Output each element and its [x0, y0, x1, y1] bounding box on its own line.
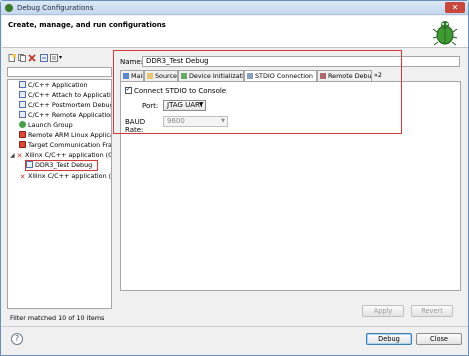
xilinx-icon: ✕ [16, 152, 23, 160]
debug-bug-icon [432, 21, 458, 46]
tree-item-label: C/C++ Remote Application [28, 111, 112, 119]
title-bar: Debug Configurations ✕ [1, 1, 468, 15]
tree-item-label: C/C++ Application [28, 81, 88, 89]
tree-item-label: Xilinx C/C++ application (GDB) [25, 151, 111, 159]
close-button[interactable]: Close [416, 333, 462, 345]
tree-item-label: Launch Group [28, 121, 73, 129]
configuration-tree: C/C++ Application C/C++ Attach to Applic… [7, 79, 112, 309]
debug-button[interactable]: Debug [366, 333, 412, 345]
tree-item[interactable]: Remote ARM Linux Application [19, 131, 111, 140]
apply-button[interactable]: Apply [362, 305, 404, 317]
tree-item-selected[interactable]: DDR3_Test Debug [25, 160, 98, 171]
tree-item[interactable]: ✕Xilinx C/C++ application (System Debugg… [19, 172, 112, 181]
tcf-icon [19, 141, 26, 148]
debug-configurations-window: Debug Configurations ✕ Create, manage, a… [0, 0, 469, 356]
c-app-icon [19, 111, 26, 118]
tree-item[interactable]: C/C++ Postmortem Debugger [19, 101, 111, 110]
new-config-icon[interactable] [8, 54, 16, 62]
xilinx-icon: ✕ [19, 173, 26, 181]
help-icon[interactable]: ? [11, 333, 23, 345]
tree-item-label: Remote ARM Linux Application [28, 131, 111, 139]
highlight-annotation-frame [113, 50, 402, 134]
tree-item[interactable]: Launch Group [19, 121, 73, 130]
collapse-all-icon[interactable] [40, 54, 48, 62]
delete-config-icon[interactable] [28, 54, 36, 62]
tree-item[interactable]: Target Communication Framework [19, 141, 112, 150]
c-app-icon [19, 91, 26, 98]
tree-item-label: Target Communication Framework [28, 141, 112, 149]
filter-status-text: Filter matched 10 of 10 items [10, 314, 105, 322]
filter-config-icon[interactable] [50, 54, 58, 62]
tree-item-label: C/C++ Attach to Application [28, 91, 112, 99]
duplicate-config-icon[interactable] [18, 54, 26, 62]
tree-item[interactable]: ◢✕Xilinx C/C++ application (GDB) [10, 151, 111, 160]
launch-group-icon [19, 121, 26, 128]
c-app-icon [19, 81, 26, 88]
tree-item-label: C/C++ Postmortem Debugger [28, 101, 111, 109]
header-banner: Create, manage, and run configurations [2, 16, 468, 48]
window-title: Debug Configurations [17, 4, 94, 12]
revert-button[interactable]: Revert [411, 305, 453, 317]
remote-arm-icon [19, 131, 26, 138]
c-app-icon [19, 101, 26, 108]
window-close-button[interactable]: ✕ [445, 2, 465, 13]
c-app-icon [26, 161, 33, 168]
tree-item[interactable]: C/C++ Application [19, 81, 88, 90]
banner-heading: Create, manage, and run configurations [8, 21, 166, 29]
tree-item-label: DDR3_Test Debug [35, 161, 93, 169]
eclipse-app-icon [5, 4, 13, 12]
filter-input[interactable] [7, 67, 112, 77]
footer-divider [2, 326, 468, 327]
tree-item-label: Xilinx C/C++ application (System Debugge… [28, 172, 112, 180]
filter-menu-chevron-icon[interactable]: ▾ [59, 54, 67, 62]
tree-item[interactable]: C/C++ Remote Application [19, 111, 112, 120]
tree-item[interactable]: C/C++ Attach to Application [19, 91, 112, 100]
configuration-list-pane: ▾ C/C++ Application C/C++ Attach to Appl… [6, 51, 113, 325]
